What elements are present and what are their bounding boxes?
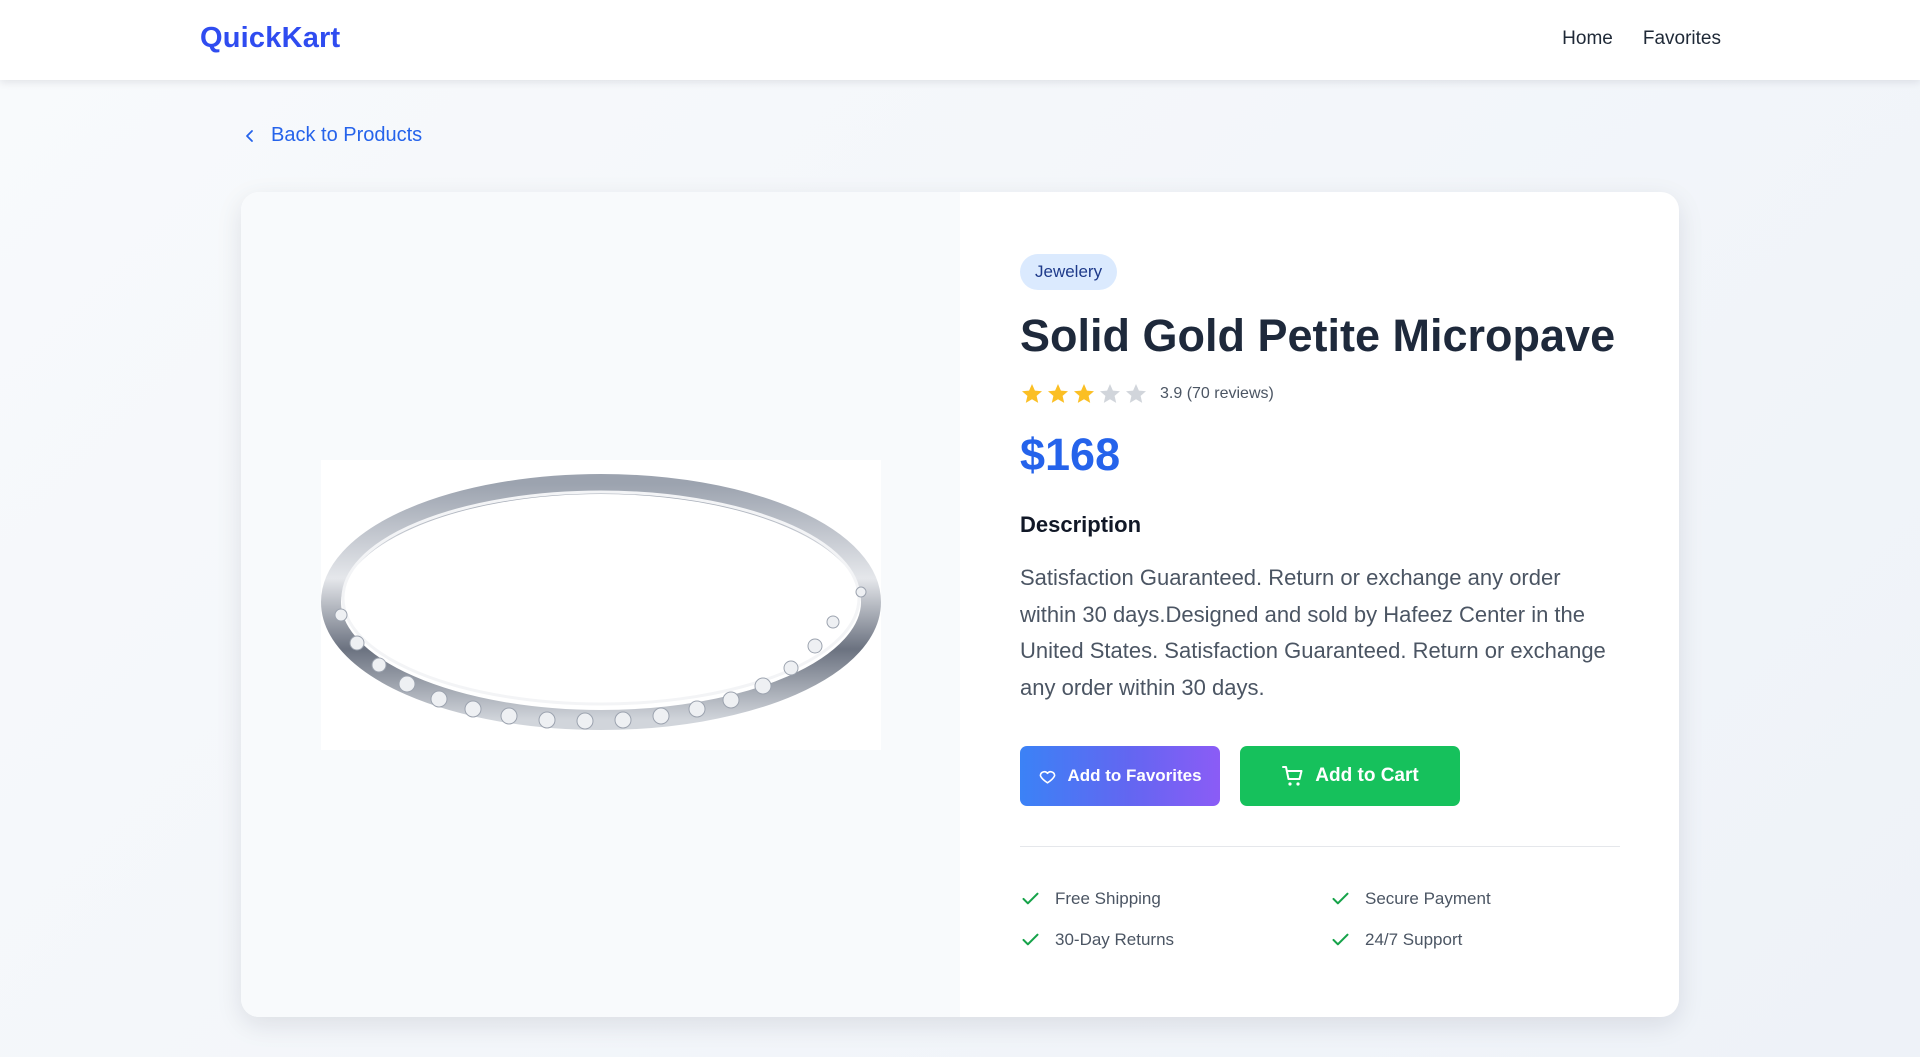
star-filled-icon [1022, 384, 1042, 403]
feature-label: 24/7 Support [1365, 929, 1463, 949]
cart-icon [1282, 766, 1303, 786]
nav-home-link[interactable]: Home [1562, 28, 1613, 50]
top-navbar: QuickKart Home Favorites [0, 0, 1920, 80]
add-to-cart-button[interactable]: Add to Cart [1240, 746, 1460, 806]
add-to-favorites-button[interactable]: Add to Favorites [1020, 746, 1220, 806]
check-icon [1022, 933, 1039, 946]
product-price: $168 [1020, 429, 1121, 480]
feature-item: Free Shipping [1020, 888, 1330, 909]
product-card: Jewelery Solid Gold Petite Micropave 3.9… [241, 192, 1679, 1017]
add-to-cart-label: Add to Cart [1315, 765, 1419, 786]
star-filled-icon [1048, 384, 1068, 403]
product-rating: 3.9 (70 reviews) [1020, 382, 1274, 406]
description-heading: Description [1020, 512, 1142, 537]
heart-icon [1040, 770, 1056, 784]
check-icon [1022, 892, 1039, 905]
brand-logo[interactable]: QuickKart [200, 22, 340, 55]
feature-label: Secure Payment [1365, 888, 1491, 908]
product-media-panel [241, 192, 960, 1017]
feature-list: Free Shipping Secure Payment 30-Day Retu… [1020, 888, 1620, 950]
feature-item: 30-Day Returns [1020, 929, 1330, 950]
category-badge: Jewelery [1020, 254, 1118, 290]
star-empty-icon [1100, 384, 1120, 403]
check-icon [1332, 933, 1349, 946]
product-image [321, 460, 881, 750]
main-nav: Home Favorites [1562, 28, 1721, 50]
ring-image [321, 474, 881, 730]
star-filled-icon [1074, 384, 1094, 403]
feature-label: Free Shipping [1055, 888, 1161, 908]
rating-text: 3.9 (70 reviews) [1160, 385, 1274, 402]
product-title: Solid Gold Petite Micropave [1020, 310, 1616, 361]
feature-item: 24/7 Support [1330, 929, 1620, 950]
product-info-panel: Jewelery Solid Gold Petite Micropave 3.9… [960, 192, 1679, 1017]
star-empty-icon [1126, 384, 1146, 403]
product-description: Satisfaction Guaranteed. Return or excha… [1020, 565, 1606, 700]
nav-favorites-link[interactable]: Favorites [1643, 28, 1721, 50]
section-divider [1020, 846, 1620, 847]
check-icon [1332, 892, 1349, 905]
chevron-left-icon [246, 129, 253, 142]
feature-item: Secure Payment [1330, 888, 1620, 909]
back-to-products-link[interactable]: Back to Products [243, 124, 422, 147]
add-to-favorites-label: Add to Favorites [1067, 766, 1202, 785]
back-link-label: Back to Products [271, 124, 423, 146]
feature-label: 30-Day Returns [1055, 929, 1175, 949]
